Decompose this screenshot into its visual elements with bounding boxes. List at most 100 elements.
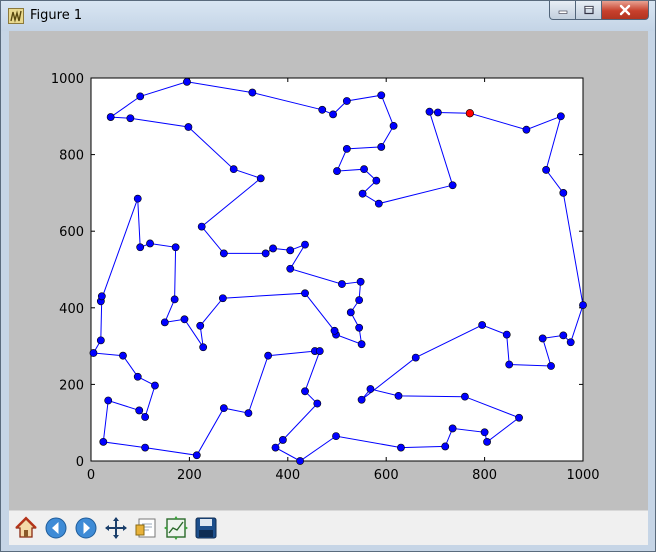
pan-button[interactable] xyxy=(102,514,130,542)
matplotlib-figure-icon xyxy=(8,8,24,24)
city-point xyxy=(480,428,489,437)
x-tick-label: 1000 xyxy=(566,468,599,483)
window-title: Figure 1 xyxy=(30,8,83,23)
city-point xyxy=(296,457,304,465)
close-button[interactable] xyxy=(601,1,649,20)
city-point xyxy=(332,432,340,441)
city-point xyxy=(196,321,205,330)
city-point xyxy=(478,321,487,329)
city-point xyxy=(358,189,367,198)
city-point xyxy=(256,174,265,183)
city-point xyxy=(170,295,179,304)
city-point xyxy=(505,360,514,369)
city-point xyxy=(346,308,355,317)
city-point xyxy=(278,436,287,444)
maximize-icon xyxy=(583,5,594,15)
city-point xyxy=(135,406,144,415)
city-point xyxy=(313,399,322,408)
navigation-toolbar xyxy=(9,510,648,545)
city-point xyxy=(301,240,309,249)
close-icon xyxy=(619,4,631,16)
back-arrow-icon xyxy=(45,517,67,539)
city-point xyxy=(197,222,206,231)
home-button[interactable] xyxy=(12,514,40,542)
city-point xyxy=(448,424,457,433)
city-point xyxy=(141,443,150,452)
city-point xyxy=(579,301,587,310)
zoom-rect-icon xyxy=(135,518,156,538)
save-button[interactable] xyxy=(192,514,220,542)
city-point xyxy=(566,338,575,347)
city-point xyxy=(342,97,351,105)
city-point xyxy=(389,121,398,130)
city-point xyxy=(355,323,364,332)
x-tick-label: 0 xyxy=(87,468,95,483)
city-point xyxy=(366,385,375,393)
city-point xyxy=(171,243,180,252)
city-point xyxy=(542,166,550,174)
figure-canvas[interactable]: 0 200 400 600 800 1000 0 200 400 600 800 1000 xyxy=(9,31,648,545)
city-point xyxy=(106,113,115,121)
city-point xyxy=(411,353,420,362)
minimize-button[interactable] xyxy=(549,1,576,20)
save-icon xyxy=(195,517,217,539)
city-point xyxy=(151,381,159,390)
city-point xyxy=(357,395,366,404)
city-point xyxy=(315,347,324,355)
city-point xyxy=(264,351,273,360)
city-point xyxy=(538,334,547,343)
city-point xyxy=(360,165,368,174)
zoom-rect-button[interactable] xyxy=(132,514,160,542)
city-point xyxy=(96,336,105,345)
city-point xyxy=(141,413,150,421)
city-point xyxy=(133,372,142,381)
city-point xyxy=(372,176,381,185)
city-point xyxy=(269,244,277,253)
back-button[interactable] xyxy=(42,514,70,542)
y-tick-label: 800 xyxy=(59,149,84,164)
city-point xyxy=(559,188,568,197)
y-tick-label: 1000 xyxy=(51,72,84,87)
city-point xyxy=(338,280,346,288)
city-point xyxy=(184,123,193,131)
start-city-point xyxy=(465,109,474,118)
city-point xyxy=(333,167,341,175)
city-point xyxy=(441,442,450,451)
figure-window: Figure 1 0 200 400 600 800 1000 0 200 400 600 800 1… xyxy=(0,0,656,552)
city-point xyxy=(515,413,523,422)
x-tick-label: 800 xyxy=(472,468,497,483)
city-point xyxy=(483,437,491,446)
city-point xyxy=(330,326,339,335)
forward-button[interactable] xyxy=(72,514,100,542)
city-point xyxy=(199,343,208,352)
city-point xyxy=(397,443,405,452)
city-point xyxy=(301,387,309,396)
city-point xyxy=(556,112,565,121)
city-point xyxy=(377,143,386,151)
city-point xyxy=(261,249,270,258)
forward-arrow-icon xyxy=(75,517,97,539)
city-point xyxy=(433,108,442,117)
city-point xyxy=(377,91,386,100)
city-point xyxy=(461,392,469,401)
city-point xyxy=(126,114,135,123)
city-point xyxy=(502,330,511,339)
city-point xyxy=(357,340,366,349)
y-tick-label: 400 xyxy=(59,302,84,317)
maximize-button[interactable] xyxy=(575,1,602,20)
x-tick-label: 200 xyxy=(177,468,202,483)
city-point xyxy=(218,294,227,303)
city-point xyxy=(229,165,238,174)
city-point xyxy=(180,315,189,324)
y-tick-label: 600 xyxy=(59,225,84,240)
city-point xyxy=(547,362,555,370)
city-point xyxy=(374,199,383,208)
city-point xyxy=(119,351,127,360)
subplots-config-button[interactable] xyxy=(162,514,190,542)
city-point xyxy=(318,105,327,114)
title-bar[interactable]: Figure 1 xyxy=(1,1,655,31)
axes-background xyxy=(90,77,584,462)
city-point xyxy=(286,246,295,255)
y-tick-label: 0 xyxy=(76,455,84,470)
y-tick-label: 200 xyxy=(59,378,84,393)
